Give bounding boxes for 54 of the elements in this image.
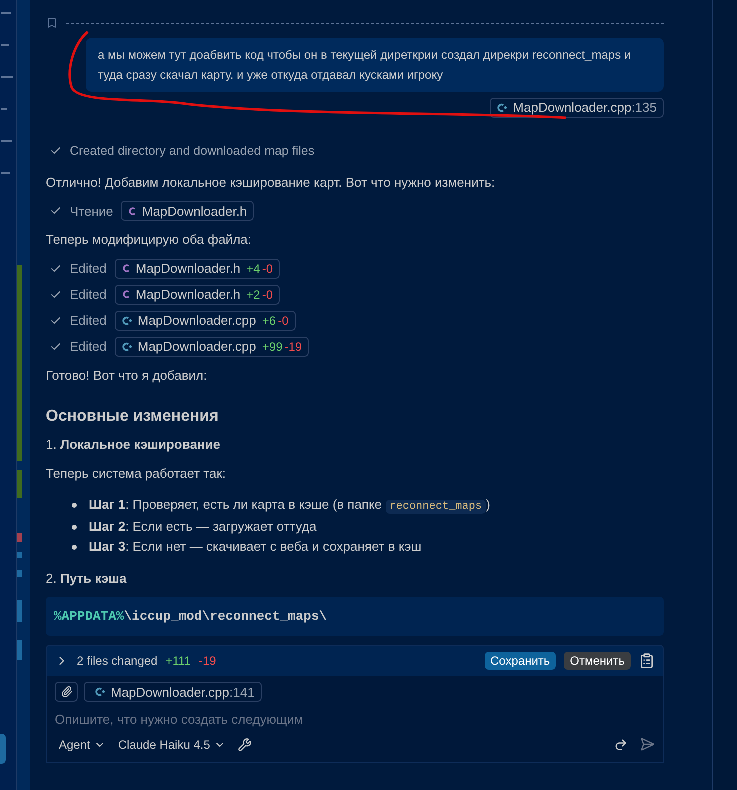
numbered-heading: 1. Локальное кэширование bbox=[46, 436, 222, 454]
c-file-icon bbox=[122, 290, 130, 300]
cpp-file-icon bbox=[122, 342, 132, 352]
file-chip[interactable]: MapDownloader.cpp:135 bbox=[490, 98, 664, 118]
save-button[interactable]: Сохранить bbox=[484, 652, 556, 670]
model-dropdown[interactable]: Claude Haiku 4.5 bbox=[118, 736, 226, 754]
tools-icon[interactable] bbox=[238, 738, 252, 752]
bullet-text: Шаг 1: Проверяет, есть ли карта в кэше (в папке reconnect_maps ) bbox=[89, 496, 490, 516]
bullet-icon bbox=[72, 503, 77, 508]
tool-label: Edited bbox=[70, 312, 107, 330]
chat-input[interactable]: Опишите, что нужно создать следующим bbox=[55, 710, 655, 730]
c-file-icon bbox=[122, 264, 130, 274]
file-chip[interactable]: MapDownloader.h +2 -0 bbox=[114, 284, 280, 305]
file-chip[interactable]: MapDownloader.cpp:141 bbox=[84, 682, 262, 702]
bullet-icon bbox=[72, 525, 77, 530]
file-chip[interactable]: MapDownloader.cpp +99 -19 bbox=[114, 336, 310, 357]
redo-icon[interactable] bbox=[614, 738, 628, 752]
numbered-heading: 2. Путь кэша bbox=[46, 570, 128, 588]
send-icon[interactable] bbox=[640, 737, 655, 752]
paragraph: Готово! Вот что я добавил: bbox=[46, 366, 208, 385]
tool-label: Edited bbox=[70, 260, 107, 278]
tool-label: Edited bbox=[70, 286, 107, 304]
check-icon bbox=[50, 340, 62, 353]
file-chip[interactable]: MapDownloader.h +4 -0 bbox=[114, 258, 280, 279]
mode-dropdown[interactable]: Agent bbox=[55, 736, 106, 754]
added-count: +111 bbox=[166, 653, 191, 670]
code-block: %APPDATA%\iccup_mod\reconnect_maps\ bbox=[46, 596, 664, 636]
review-icon[interactable] bbox=[639, 653, 655, 670]
user-message: а мы можем тут доабвить код чтобы он в текущей диреткрии создал дирекри reconnect_maps и туда сразу скачал карту. и уже откуда отдавал кусками игроку bbox=[86, 38, 664, 92]
paragraph: Теперь модифицирую оба файла: bbox=[46, 231, 252, 250]
section-heading: Основные изменения bbox=[46, 407, 220, 428]
file-chip[interactable]: MapDownloader.cpp +6 -0 bbox=[114, 310, 296, 331]
tool-label: Edited bbox=[70, 338, 107, 356]
paragraph: Отлично! Добавим локальное кэширование карт. Вот что нужно изменить: bbox=[46, 174, 496, 192]
check-icon bbox=[50, 288, 62, 301]
cpp-file-icon bbox=[497, 103, 508, 113]
c-file-icon bbox=[128, 206, 136, 216]
bullet-icon bbox=[72, 545, 77, 550]
bullet-text: Шаг 3: Если нет — скачивает с веба и сохраняет в кэш bbox=[89, 538, 422, 556]
cpp-file-icon bbox=[95, 687, 105, 698]
removed-count: -19 bbox=[198, 653, 216, 670]
paragraph: Теперь система работает так: bbox=[46, 464, 227, 483]
tool-label: Чтение bbox=[70, 202, 114, 220]
file-chip[interactable]: MapDownloader.h bbox=[121, 201, 254, 222]
check-icon bbox=[50, 314, 62, 327]
attach-button[interactable] bbox=[55, 682, 78, 702]
changes-summary: 2 files changed bbox=[77, 653, 158, 670]
bullet-text: Шаг 2: Если есть — загружает оттуда bbox=[89, 518, 317, 536]
cpp-file-icon bbox=[122, 316, 132, 326]
paperclip-icon bbox=[60, 686, 72, 698]
status-text: Created directory and downloaded map files bbox=[70, 143, 315, 160]
discard-button[interactable]: Отменить bbox=[564, 652, 631, 670]
bookmark-icon[interactable] bbox=[46, 17, 58, 29]
check-icon bbox=[50, 262, 62, 275]
